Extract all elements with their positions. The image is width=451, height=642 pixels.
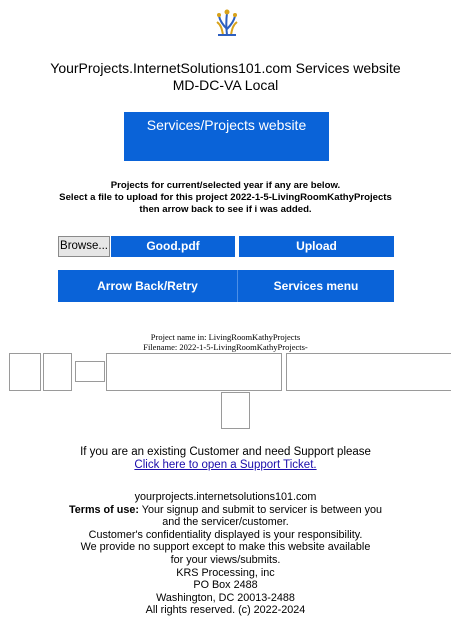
services-projects-button[interactable]: Services/Projects website <box>124 112 329 161</box>
project-info: Project name in: LivingRoomKathyProjects… <box>0 332 451 352</box>
site-title-line-2: MD-DC-VA Local <box>172 77 279 93</box>
footer-support-line-2: for your views/submits. <box>170 553 281 566</box>
footer-support-line-1: We provide no support except to make thi… <box>80 541 371 554</box>
footer-city: Washington, DC 20013-2488 <box>156 591 295 604</box>
project-name: Project name in: LivingRoomKathyProjects <box>150 332 301 342</box>
terms-text: Your signup and submit to servicer is be… <box>138 503 383 516</box>
footer-company: KRS Processing, inc <box>176 566 275 579</box>
file-list-checkbox-cell[interactable] <box>75 361 105 382</box>
file-list-name-field[interactable] <box>106 353 282 391</box>
instructions-line-1: Projects for current/selected year if an… <box>110 180 341 191</box>
site-title: YourProjects.InternetSolutions101.com Se… <box>0 60 451 94</box>
support-text: If you are an existing Customer and need… <box>80 446 371 458</box>
site-logo-icon <box>216 9 238 36</box>
file-list-cell[interactable] <box>43 353 72 391</box>
project-filename: Filename: 2022-1-5-LivingRoomKathyProjec… <box>143 342 308 352</box>
footer-po-box: PO Box 2488 <box>193 579 258 592</box>
support-section: If you are an existing Customer and need… <box>0 446 451 472</box>
instructions-line-2: Select a file to upload for this project… <box>59 192 392 203</box>
browse-button[interactable]: Browse... <box>58 236 110 257</box>
footer-domain: yourprojects.internetsolutions101.com <box>134 491 317 503</box>
site-title-line-1: YourProjects.InternetSolutions101.com Se… <box>50 60 401 76</box>
footer-confidentiality: Customer's confidentiality displayed is … <box>88 528 363 541</box>
file-list-cell[interactable] <box>9 353 41 391</box>
footer-terms-continued: and the servicer/customer. <box>162 516 289 529</box>
file-list-description-field[interactable] <box>286 353 451 391</box>
services-menu-button[interactable]: Services menu <box>237 270 394 302</box>
upload-button[interactable]: Upload <box>239 236 394 257</box>
terms-label: Terms of use: <box>68 503 139 516</box>
footer-copyright: All rights reserved. (c) 2022-2024 <box>145 604 306 617</box>
file-list-action-cell[interactable] <box>221 392 250 429</box>
footer: yourprojects.internetsolutions101.com Te… <box>0 491 451 617</box>
upload-instructions: Projects for current/selected year if an… <box>0 180 451 216</box>
selected-file-name: Good.pdf <box>111 236 235 257</box>
instructions-line-3: then arrow back to see if i was added. <box>139 204 312 215</box>
support-ticket-link[interactable]: Click here to open a Support Ticket. <box>134 459 316 471</box>
arrow-back-retry-button[interactable]: Arrow Back/Retry <box>58 270 237 302</box>
footer-terms: Terms of use: Your signup and submit to … <box>0 504 451 517</box>
